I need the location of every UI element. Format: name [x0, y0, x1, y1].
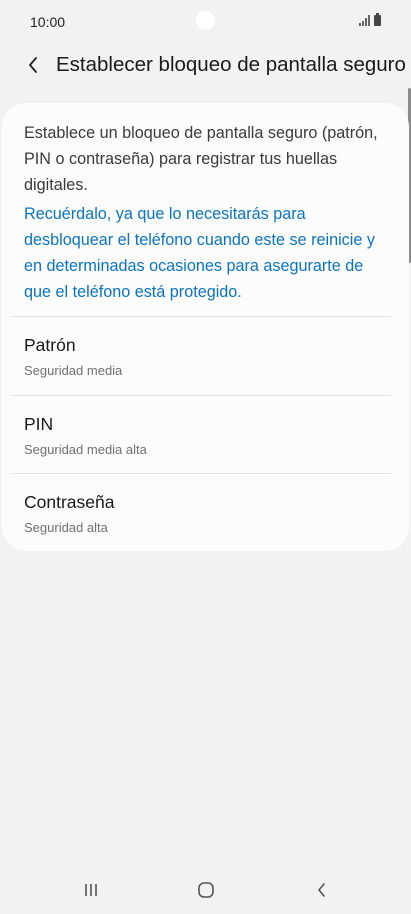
signal-icon [359, 15, 370, 26]
option-title: Patrón [24, 335, 76, 355]
home-button[interactable] [186, 874, 226, 906]
page-title: Establecer bloqueo de pantalla seguro [56, 53, 406, 76]
status-time: 10:00 [30, 14, 66, 30]
status-bar: 10:00 [0, 0, 411, 44]
app-bar: Establecer bloqueo de pantalla seguro [0, 44, 411, 88]
recents-icon [85, 884, 97, 896]
note-text: Recuérdalo, ya que lo necesitarás para d… [24, 205, 375, 301]
option-subtitle: Seguridad media alta [24, 442, 147, 457]
status-icons [359, 13, 381, 26]
back-button[interactable] [18, 50, 48, 80]
chevron-left-icon [29, 57, 37, 73]
lock-options-card: Establece un bloqueo de pantalla seguro … [2, 103, 409, 551]
home-icon [198, 882, 214, 898]
option-title: PIN [24, 414, 54, 434]
option-title: Contraseña [24, 492, 115, 512]
description-text: Establece un bloqueo de pantalla seguro … [24, 124, 378, 194]
option-pin[interactable]: PIN Seguridad media alta [2, 396, 409, 474]
nav-back-button[interactable] [302, 874, 342, 906]
option-pattern[interactable]: Patrón Seguridad media [2, 317, 409, 395]
battery-icon [374, 13, 381, 26]
recents-button[interactable] [71, 874, 111, 906]
navigation-bar [0, 866, 411, 914]
option-subtitle: Seguridad media [24, 363, 123, 378]
back-icon [318, 883, 325, 897]
camera-cutout [196, 11, 215, 30]
option-subtitle: Seguridad alta [24, 520, 108, 535]
option-password[interactable]: Contraseña Seguridad alta [2, 474, 409, 552]
